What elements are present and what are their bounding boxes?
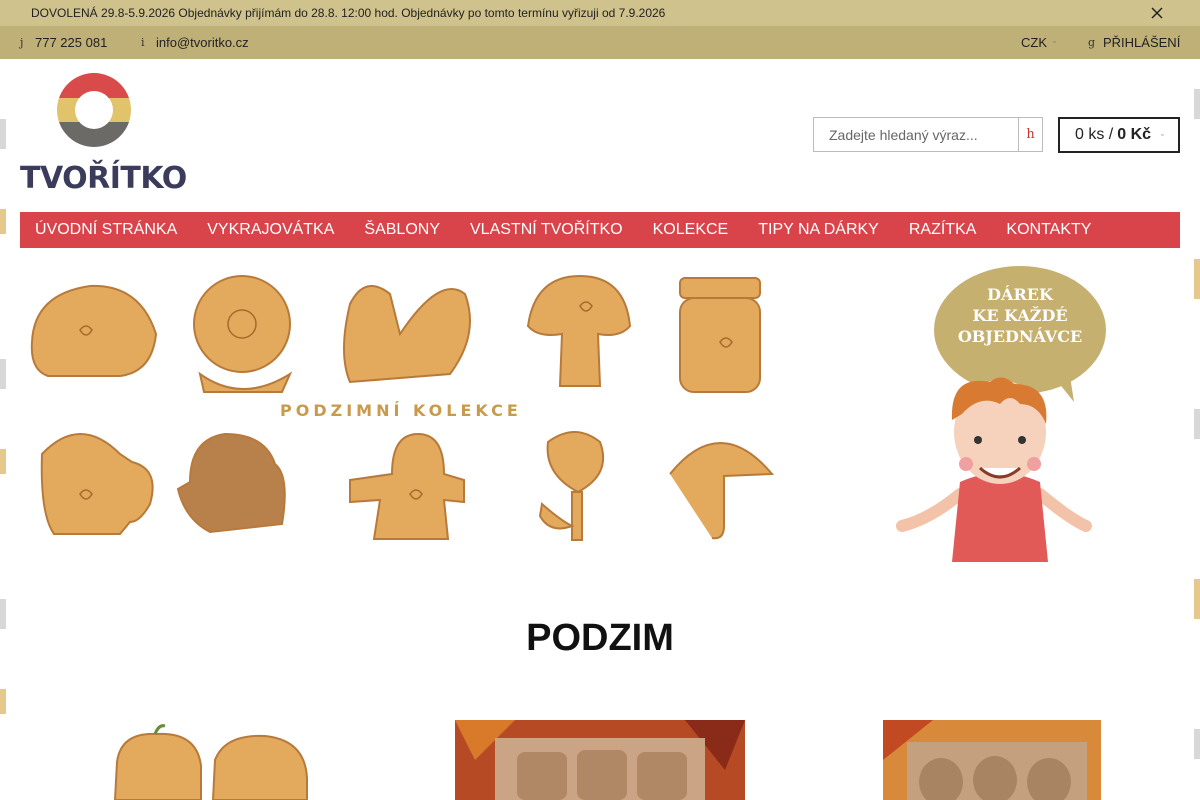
user-icon: g bbox=[1088, 36, 1096, 49]
cart-count: 0 ks / bbox=[1075, 126, 1114, 143]
section-heading: PODZIM bbox=[526, 617, 674, 659]
banner-caption: PODZIMNÍ KOLEKCE bbox=[280, 401, 522, 420]
background-decoration-right bbox=[1194, 59, 1200, 800]
product-image bbox=[455, 720, 745, 800]
gift-line-1: DÁREK bbox=[987, 285, 1053, 304]
product-thumbnail[interactable] bbox=[883, 720, 1101, 800]
notice-text: DOVOLENÁ 29.8-5.9.2026 Objednávky přijím… bbox=[31, 6, 666, 20]
email-link[interactable]: i info@tvoritko.cz bbox=[141, 35, 249, 50]
nav-item-contacts[interactable]: KONTAKTY bbox=[1006, 221, 1091, 239]
autumn-collection-banner[interactable]: PODZIMNÍ KOLEKCE bbox=[20, 264, 792, 558]
cart-button[interactable]: 0 ks / 0 Kč ▫ bbox=[1058, 117, 1180, 153]
search-box: h bbox=[813, 117, 1043, 152]
currency-value: CZK bbox=[1021, 35, 1047, 50]
currency-select[interactable]: CZK ▫ bbox=[1021, 35, 1055, 50]
nav-item-templates[interactable]: ŠABLONY bbox=[364, 221, 440, 239]
product-thumbnail[interactable] bbox=[105, 720, 315, 800]
chevron-down-icon: ▫ bbox=[1161, 131, 1164, 139]
product-thumbnail[interactable] bbox=[455, 720, 745, 800]
main-nav: ÚVODNÍ STRÁNKA VYKRAJOVÁTKA ŠABLONY VLAS… bbox=[20, 212, 1180, 248]
phone-link[interactable]: j 777 225 081 bbox=[20, 35, 107, 50]
nav-item-cutters[interactable]: VYKRAJOVÁTKA bbox=[207, 221, 334, 239]
top-bar: j 777 225 081 i info@tvoritko.cz CZK ▫ g… bbox=[0, 26, 1200, 59]
chevron-down-icon: ▫ bbox=[1053, 39, 1056, 46]
nav-item-home[interactable]: ÚVODNÍ STRÁNKA bbox=[35, 221, 177, 239]
background-decoration-left bbox=[0, 59, 6, 800]
login-label: PŘIHLÁŠENÍ bbox=[1103, 35, 1181, 50]
phone-icon: j bbox=[20, 36, 24, 49]
search-icon[interactable]: h bbox=[1019, 118, 1042, 151]
close-icon[interactable] bbox=[1148, 4, 1166, 22]
cart-price: 0 Kč bbox=[1117, 126, 1152, 143]
email-icon: i bbox=[141, 36, 145, 49]
nav-item-collections[interactable]: KOLEKCE bbox=[653, 221, 729, 239]
logo-text[interactable]: TVOŘÍTKO bbox=[20, 161, 187, 196]
notice-bar: DOVOLENÁ 29.8-5.9.2026 Objednávky přijím… bbox=[0, 0, 1200, 26]
gift-text: DÁREK KE KAŽDÉ OBJEDNÁVCE bbox=[934, 284, 1106, 347]
gift-line-3: OBJEDNÁVCE bbox=[957, 327, 1083, 346]
gift-line-2: KE KAŽDÉ bbox=[972, 306, 1068, 325]
login-link[interactable]: g PŘIHLÁŠENÍ bbox=[1088, 35, 1180, 50]
email-address: info@tvoritko.cz bbox=[156, 35, 249, 50]
phone-number: 777 225 081 bbox=[35, 35, 108, 50]
nav-item-stamps[interactable]: RAZÍTKA bbox=[909, 221, 977, 239]
nav-item-gift-tips[interactable]: TIPY NA DÁRKY bbox=[758, 221, 879, 239]
search-input[interactable] bbox=[814, 118, 1019, 151]
nav-item-custom[interactable]: VLASTNÍ TVOŘÍTKO bbox=[470, 221, 623, 239]
gift-promo[interactable]: DÁREK KE KAŽDÉ OBJEDNÁVCE bbox=[890, 264, 1110, 562]
product-image bbox=[883, 720, 1101, 800]
product-image bbox=[113, 724, 308, 800]
